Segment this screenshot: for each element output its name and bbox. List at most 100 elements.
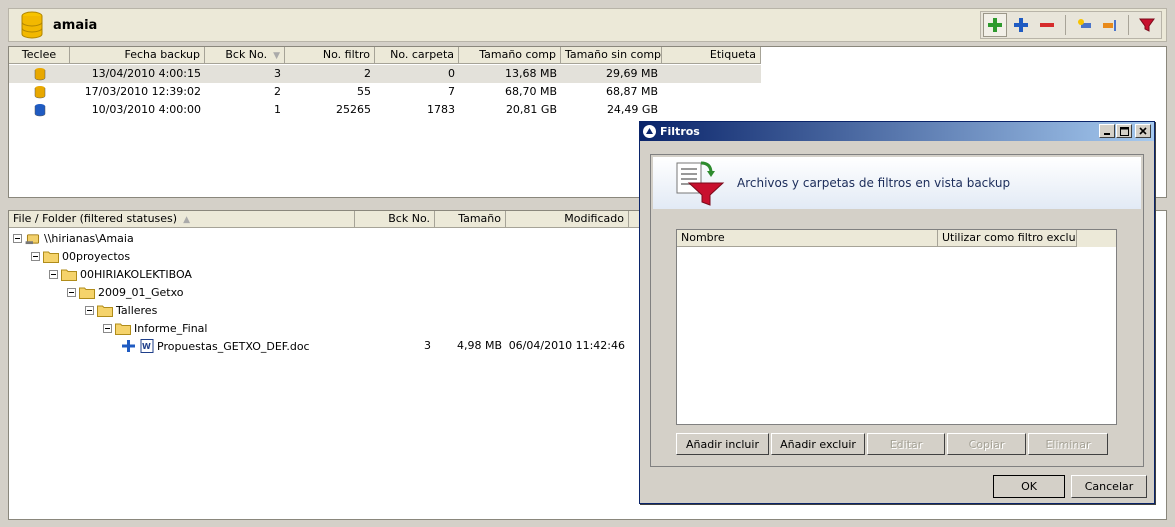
tree-expander[interactable] bbox=[13, 233, 22, 243]
col-etiqueta[interactable]: Etiqueta bbox=[662, 47, 761, 64]
backup-cell-comp: 13,68 MB bbox=[504, 67, 557, 80]
tree-row[interactable]: \\hirianas\Amaia bbox=[9, 229, 649, 247]
edit-button[interactable]: Editar bbox=[867, 433, 945, 455]
col-file-folder[interactable]: File / Folder (filtered statuses) ▲ bbox=[9, 211, 355, 228]
tree-node: \\hirianas\Amaia bbox=[13, 229, 134, 247]
backup-cell-bck: 3 bbox=[274, 67, 281, 80]
dialog-panel: Archivos y carpetas de filtros en vista … bbox=[650, 154, 1144, 467]
backup-cell-filtro: 55 bbox=[357, 85, 371, 98]
edit-item-button[interactable] bbox=[1098, 13, 1122, 37]
backup-cell-comp: 68,70 MB bbox=[504, 85, 557, 98]
tree-node-label: Talleres bbox=[116, 303, 158, 317]
col-carpeta[interactable]: No. carpeta bbox=[375, 47, 459, 64]
col-tamano-sin[interactable]: Tamaño sin compr bbox=[561, 47, 662, 64]
remove-button[interactable] bbox=[1035, 13, 1059, 37]
backup-cell-filtro: 25265 bbox=[336, 103, 371, 116]
maximize-button[interactable] bbox=[1116, 124, 1132, 138]
tree-row[interactable]: Talleres bbox=[9, 301, 649, 319]
backup-row[interactable]: 17/03/2010 12:39:02 2 55 7 68,70 MB 68,87 MB bbox=[9, 83, 761, 101]
backup-cell-label bbox=[662, 65, 761, 83]
backup-cell-label bbox=[662, 101, 761, 119]
tree-expander[interactable] bbox=[103, 323, 112, 333]
sort-desc-icon: ▼ bbox=[273, 51, 280, 61]
add-exclude-button[interactable]: Añadir excluir bbox=[771, 433, 865, 455]
backup-cell-date: 13/04/2010 4:00:15 bbox=[91, 67, 201, 80]
col-files-bck-no[interactable]: Bck No. bbox=[355, 211, 435, 228]
backup-row[interactable]: 10/03/2010 4:00:00 1 25265 1783 20,81 GB 24,4… bbox=[9, 101, 761, 119]
tree-node-label: 2009_01_Getxo bbox=[98, 285, 184, 299]
ok-button[interactable]: OK bbox=[993, 475, 1065, 498]
toolbar-separator bbox=[1065, 15, 1066, 35]
tree-node: Informe_Final bbox=[103, 319, 207, 337]
add-blue-button[interactable] bbox=[1009, 13, 1033, 37]
col-bck-no[interactable]: Bck No. ▼ bbox=[205, 47, 285, 64]
backup-cell-bck: 2 bbox=[274, 85, 281, 98]
svg-text:W: W bbox=[142, 342, 151, 351]
tree-row[interactable]: Informe_Final bbox=[9, 319, 649, 337]
edit-item-icon bbox=[1103, 20, 1116, 31]
tree-node: Talleres bbox=[85, 301, 157, 319]
tree-node-label: Informe_Final bbox=[134, 321, 208, 335]
minus-red-icon bbox=[1040, 23, 1054, 27]
tree-expander[interactable] bbox=[49, 269, 58, 279]
plus-green-icon bbox=[988, 18, 1002, 32]
filter-funnel-icon bbox=[1139, 18, 1155, 32]
close-button[interactable] bbox=[1135, 124, 1151, 138]
backup-type-cell bbox=[9, 65, 70, 83]
minimize-button[interactable] bbox=[1099, 124, 1115, 138]
tree-row[interactable]: W Propuestas_GETXO_DEF.doc 3 4,98 MB 06/04/2… bbox=[9, 337, 649, 355]
filter-document-icon bbox=[676, 161, 725, 206]
backup-cell-carpeta: 0 bbox=[448, 67, 455, 80]
toolbar-separator bbox=[1128, 15, 1129, 35]
col-filtro[interactable]: No. filtro bbox=[285, 47, 375, 64]
backup-cell-sincomp: 29,69 MB bbox=[605, 67, 658, 80]
files-header: File / Folder (filtered statuses) ▲ Bck N… bbox=[9, 211, 641, 228]
backup-cell-filtro: 2 bbox=[364, 67, 371, 80]
filter-button[interactable] bbox=[1135, 13, 1159, 37]
network-share-icon bbox=[25, 233, 40, 244]
tree-node-label: 00HIRIAKOLEKTIBOA bbox=[80, 267, 192, 281]
add-include-button[interactable]: Añadir incluir bbox=[676, 433, 769, 455]
backup-db-icon bbox=[34, 68, 45, 81]
backups-header: Teclee Fecha backup Bck No. ▼ No. filtro … bbox=[9, 47, 761, 64]
col-nombre[interactable]: Nombre bbox=[677, 230, 938, 247]
folder-icon bbox=[97, 305, 113, 317]
backup-cell-carpeta: 1783 bbox=[427, 103, 455, 116]
col-files-modificado[interactable]: Modificado bbox=[506, 211, 629, 228]
tree-row[interactable]: 00HIRIAKOLEKTIBOA bbox=[9, 265, 649, 283]
backup-cell-bck: 1 bbox=[274, 103, 281, 116]
backup-type-cell bbox=[9, 83, 70, 101]
col-teclee[interactable]: Teclee bbox=[9, 47, 70, 64]
tree-expander[interactable] bbox=[67, 287, 76, 297]
backup-cell-sincomp: 68,87 MB bbox=[605, 85, 658, 98]
new-item-button[interactable] bbox=[1072, 13, 1096, 37]
new-item-icon bbox=[1078, 19, 1091, 28]
word-document-icon: W bbox=[140, 339, 154, 353]
maximize-icon bbox=[1119, 126, 1129, 136]
backup-type-cell bbox=[9, 101, 70, 119]
tree-expander[interactable] bbox=[31, 251, 40, 261]
backup-set-header: amaia bbox=[8, 8, 1167, 42]
add-green-button[interactable] bbox=[983, 13, 1007, 37]
backup-row[interactable]: 13/04/2010 4:00:15 3 2 0 13,68 MB 29,69 MB bbox=[9, 65, 761, 83]
delete-button[interactable]: Eliminar bbox=[1028, 433, 1108, 455]
cancel-button[interactable]: Cancelar bbox=[1071, 475, 1147, 498]
filters-list[interactable]: Nombre Utilizar como filtro exclu... bbox=[676, 229, 1117, 425]
col-utilizar-filtro[interactable]: Utilizar como filtro exclu... bbox=[938, 230, 1077, 247]
dialog-banner: Archivos y carpetas de filtros en vista … bbox=[653, 157, 1141, 209]
tree-row[interactable]: 00proyectos bbox=[9, 247, 649, 265]
backup-set-title: amaia bbox=[53, 17, 98, 33]
database-icon bbox=[21, 11, 43, 39]
folder-icon bbox=[61, 269, 77, 281]
col-files-tamano[interactable]: Tamaño bbox=[435, 211, 506, 228]
backup-cell-carpeta: 7 bbox=[448, 85, 455, 98]
filters-action-buttons: Añadir incluir Añadir excluir Editar Cop… bbox=[676, 433, 1108, 455]
col-tamano-comp[interactable]: Tamaño comp bbox=[459, 47, 561, 64]
tree-expander[interactable] bbox=[85, 305, 94, 315]
tree-row[interactable]: 2009_01_Getxo bbox=[9, 283, 649, 301]
col-fecha[interactable]: Fecha backup bbox=[70, 47, 205, 64]
copy-button[interactable]: Copiar bbox=[947, 433, 1026, 455]
folder-icon bbox=[115, 323, 131, 335]
dialog-titlebar[interactable]: Filtros bbox=[640, 122, 1154, 141]
backup-cell-date: 10/03/2010 4:00:00 bbox=[91, 103, 201, 116]
